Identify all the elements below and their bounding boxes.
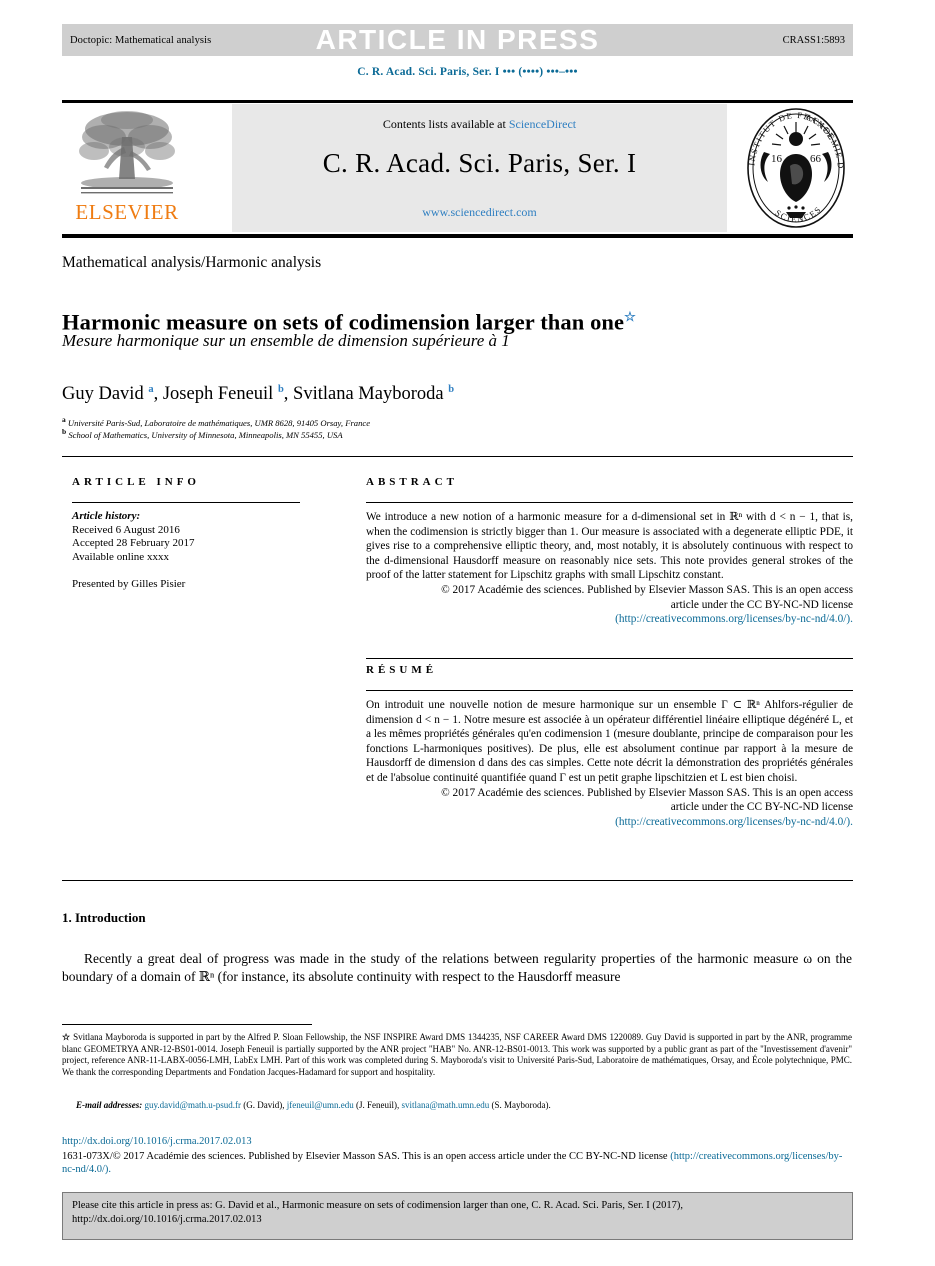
introduction-paragraph: Recently a great deal of progress was ma… xyxy=(62,951,852,984)
contents-prefix: Contents lists available at xyxy=(382,117,509,131)
email-label: E-mail addresses: xyxy=(76,1100,143,1110)
elsevier-logo: ELSEVIER xyxy=(66,107,188,229)
affiliation-b: b School of Mathematics, University of M… xyxy=(62,426,852,441)
funding-footnote-marker: ☆ xyxy=(62,1032,71,1042)
article-info-body: Article history: Received 6 August 2016 … xyxy=(72,510,307,592)
abstract-band-bottom-rule xyxy=(62,880,853,881)
contents-available-line: Contents lists available at ScienceDirec… xyxy=(232,117,727,132)
resume-license-link[interactable]: (http://creativecommons.org/licenses/by-… xyxy=(366,815,853,830)
footer-copyright-text: 1631-073X/© 2017 Académie des sciences. … xyxy=(62,1151,668,1162)
article-info-rule xyxy=(72,502,300,503)
presented-by: Presented by Gilles Pisier xyxy=(72,578,186,591)
elsevier-tree-icon xyxy=(79,111,175,194)
article-history-label: Article history: xyxy=(72,510,141,522)
journal-first-page: Doctopic: Mathematical analysis ARTICLE … xyxy=(0,0,935,1266)
abstract-text: We introduce a new notion of a harmonic … xyxy=(366,511,853,582)
masthead: ELSEVIER Contents lists available at Sci… xyxy=(62,98,853,232)
resume-rule-bottom xyxy=(366,690,853,691)
french-title: Mesure harmonique sur un ensemble de dim… xyxy=(62,331,510,350)
cite-this-article-box: Please cite this article in press as: G.… xyxy=(62,1192,853,1240)
footnote-separator-rule xyxy=(62,1024,312,1025)
footer-copyright: 1631-073X/© 2017 Académie des sciences. … xyxy=(62,1150,852,1176)
affiliation-a-marker: a xyxy=(62,415,66,424)
cite-line-1: Please cite this article in press as: G.… xyxy=(72,1200,683,1211)
author-list: Guy David a, Joseph Feneuil b, Svitlana … xyxy=(62,384,455,405)
cite-line-2: http://dx.doi.org/10.1016/j.crma.2017.02… xyxy=(72,1214,262,1225)
article-in-press-banner: ARTICLE IN PRESS xyxy=(315,24,600,55)
accepted-date: Accepted 28 February 2017 xyxy=(72,537,195,550)
elsevier-wordmark: ELSEVIER xyxy=(75,200,179,224)
seal-icon: INSTITUT DE FRANCE ACADÉMIE DES SCIENCES xyxy=(737,98,845,228)
resume-body: On introduit une nouvelle notion de mesu… xyxy=(366,698,853,829)
masthead-top-rule xyxy=(62,100,853,103)
resume-rule-top xyxy=(366,658,853,659)
manuscript-id: CRASS1:5893 xyxy=(782,34,845,46)
email-owner: (S. Mayboroda). xyxy=(491,1100,551,1110)
email-owner: (G. David), xyxy=(243,1100,285,1110)
abstract-rule-top xyxy=(366,502,853,503)
svg-text:66: 66 xyxy=(810,153,822,165)
received-date: Received 6 August 2016 xyxy=(72,523,180,536)
email-link[interactable]: guy.david@math.u-psud.fr xyxy=(145,1100,241,1110)
masthead-bottom-rule xyxy=(62,234,853,238)
abstract-body: We introduce a new notion of a harmonic … xyxy=(366,510,853,627)
footnote-star-marker[interactable]: ☆ xyxy=(624,309,636,324)
svg-text:16: 16 xyxy=(771,153,783,165)
affiliation-b-text: School of Mathematics, University of Min… xyxy=(68,429,343,440)
resume-copyright-1: © 2017 Académie des sciences. Published … xyxy=(441,786,853,799)
journal-title: C. R. Acad. Sci. Paris, Ser. I xyxy=(322,148,637,178)
sciencedirect-url[interactable]: www.sciencedirect.com xyxy=(232,205,727,220)
journal-citation-line: C. R. Acad. Sci. Paris, Ser. I ••• (••••… xyxy=(357,66,578,78)
email-owner: (J. Feneuil), xyxy=(355,1100,400,1110)
abstract-heading: ABSTRACT xyxy=(366,476,458,488)
resume-copyright-2: article under the CC BY-NC-ND license xyxy=(670,801,853,814)
subject-classification: Mathematical analysis/Harmonic analysis xyxy=(62,254,322,271)
section-heading-introduction: 1. Introduction xyxy=(62,910,146,925)
abstract-band-top-rule xyxy=(62,456,853,457)
resume-text: On introduit une nouvelle notion de mesu… xyxy=(366,699,853,784)
article-info-heading: ARTICLE INFO xyxy=(72,476,200,488)
affiliation-b-marker: b xyxy=(62,427,67,436)
doi-link[interactable]: http://dx.doi.org/10.1016/j.crma.2017.02… xyxy=(62,1136,252,1147)
sciencedirect-link[interactable]: ScienceDirect xyxy=(509,117,576,131)
funding-footnote-text: Svitlana Mayboroda is supported in part … xyxy=(62,1032,852,1077)
abstract-copyright-1: © 2017 Académie des sciences. Published … xyxy=(441,583,853,596)
academie-des-sciences-seal: INSTITUT DE FRANCE ACADÉMIE DES SCIENCES xyxy=(737,98,852,230)
resume-heading: RÉSUMÉ xyxy=(366,664,438,676)
abstract-license-link[interactable]: (http://creativecommons.org/licenses/by-… xyxy=(366,612,853,627)
funding-footnote: ☆ Svitlana Mayboroda is supported in par… xyxy=(62,1032,852,1078)
email-link[interactable]: jfeneuil@umn.edu xyxy=(287,1100,354,1110)
email-addresses-line: E-mail addresses: guy.david@math.u-psud.… xyxy=(62,1100,852,1112)
available-online-date: Available online xxxx xyxy=(72,550,169,563)
email-link[interactable]: svitlana@math.umn.edu xyxy=(401,1100,489,1110)
email-entries: guy.david@math.u-psud.fr (G. David), jfe… xyxy=(145,1100,551,1110)
running-head-bar: Doctopic: Mathematical analysis ARTICLE … xyxy=(62,24,853,56)
abstract-copyright-2: article under the CC BY-NC-ND license xyxy=(670,598,853,611)
